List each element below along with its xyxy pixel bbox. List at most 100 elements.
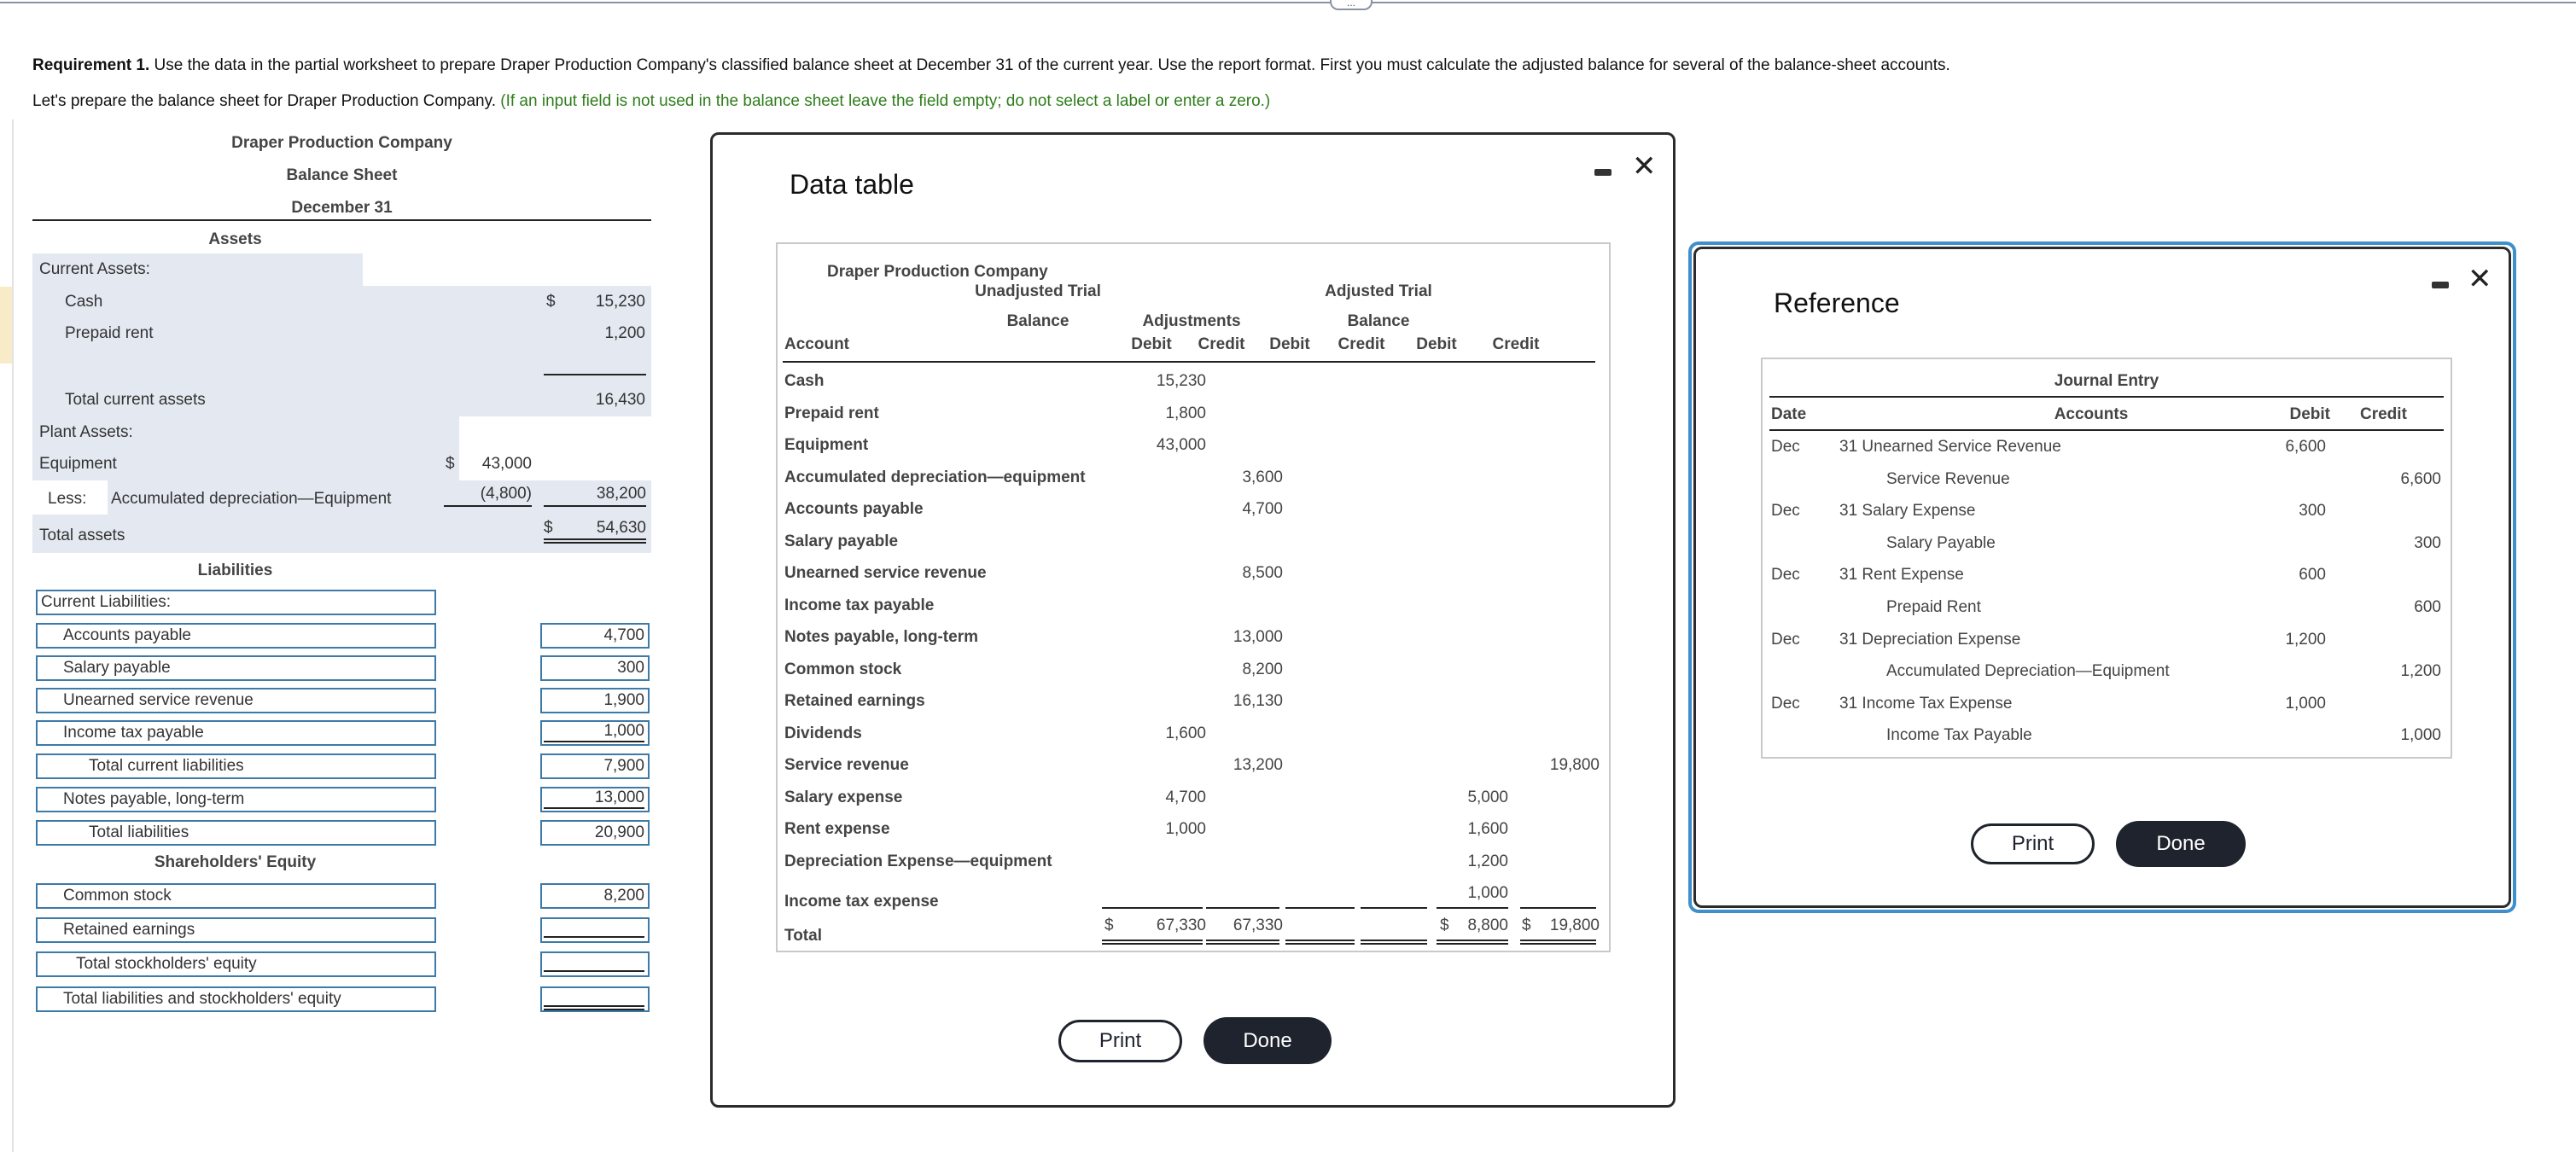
- journal-date: Dec: [1771, 566, 1800, 585]
- liability-amount-input[interactable]: 1,900: [540, 688, 650, 713]
- liability-label-input[interactable]: Notes payable, long-term: [36, 787, 436, 812]
- current-assets-label: Current Assets:: [39, 260, 150, 278]
- journal-account: 31 Income Tax Expense: [1839, 694, 2013, 713]
- liability-label-input[interactable]: Salary payable: [36, 655, 436, 681]
- liability-amount-input[interactable]: 4,700: [540, 623, 650, 649]
- column-header-credit: Credit: [1492, 335, 1540, 353]
- bs-title: Balance Sheet: [286, 166, 398, 184]
- journal-header-debit: Debit: [2289, 405, 2331, 423]
- journal-account: 31 Rent Expense: [1839, 566, 1964, 585]
- equity-amount-value: 8,200: [603, 887, 644, 905]
- worksheet-company: Draper Production Company: [827, 263, 1048, 281]
- journal-frame: Journal Entry Date Accounts Debit Credit…: [1761, 358, 2452, 759]
- requirement-body: Use the data in the partial worksheet to…: [149, 56, 1950, 74]
- instruction-note: (If an input field is not used in the ba…: [500, 92, 1271, 110]
- worksheet-account: Retained earnings: [784, 692, 925, 710]
- column-header-debit: Debit: [1269, 335, 1310, 353]
- equipment-value: 43,000: [481, 455, 532, 473]
- equity-label-input[interactable]: Total stockholders' equity: [36, 951, 436, 977]
- group-header-line: Adjustments: [1142, 312, 1241, 330]
- total-single-rule: [1102, 907, 1203, 909]
- reference-print-button[interactable]: Print: [1971, 823, 2095, 864]
- worksheet-utb-debit-value: 15,230: [1156, 372, 1206, 390]
- equity-amount-value: [544, 953, 644, 972]
- worksheet-utb-debit-value: 1,800: [1165, 404, 1206, 422]
- liability-label-input[interactable]: Unearned service revenue: [36, 688, 436, 713]
- close-icon[interactable]: ✕: [1632, 152, 1657, 181]
- data-table-print-button[interactable]: Print: [1058, 1020, 1182, 1062]
- journal-debit: 300: [2299, 502, 2326, 521]
- side-marker: [0, 287, 12, 364]
- worksheet-account: Depreciation Expense—equipment: [784, 852, 1052, 870]
- column-header-debit: Debit: [1416, 335, 1457, 353]
- bs-company-name: Draper Production Company: [231, 134, 452, 152]
- reference-close-icon[interactable]: ✕: [2468, 265, 2492, 294]
- liability-amount-value: 1,900: [603, 691, 644, 709]
- data-table-title: Data table: [790, 169, 914, 200]
- worksheet-utb-debit-value: 4,700: [1165, 788, 1206, 806]
- worksheet-account: Common stock: [784, 660, 902, 678]
- minimize-icon[interactable]: [1594, 169, 1611, 176]
- journal-account: Service Revenue: [1886, 469, 2010, 488]
- journal-title: Journal Entry: [2054, 372, 2159, 390]
- journal-title-rule: [1769, 396, 2444, 398]
- total-current-assets-label: Total current assets: [65, 391, 206, 409]
- equity-label-input[interactable]: Common stock: [36, 883, 436, 909]
- instruction-text: Let's prepare the balance sheet for Drap…: [32, 92, 1270, 111]
- total-single-rule: [1437, 907, 1508, 909]
- equity-label-input[interactable]: Retained earnings: [36, 917, 436, 943]
- worksheet-account: Salary payable: [784, 532, 899, 550]
- worksheet-utb-credit-value: 13,000: [1233, 628, 1283, 646]
- worksheet-atb-debit-value: 1,600: [1467, 820, 1508, 838]
- worksheet-account: Income tax expense: [784, 893, 939, 911]
- liability-label-input[interactable]: Accounts payable: [36, 623, 436, 649]
- cash-dollar-sign: $: [546, 293, 556, 311]
- equipment-dollar-sign: $: [446, 455, 455, 473]
- worksheet-utb-debit-value: 1,600: [1165, 724, 1206, 742]
- equity-amount-input[interactable]: [540, 917, 650, 943]
- liability-amount-input[interactable]: 7,900: [540, 753, 650, 779]
- prepaid-rent-label: Prepaid rent: [65, 324, 154, 342]
- journal-debit: 1,000: [2285, 694, 2326, 713]
- total-single-rule: [1206, 907, 1279, 909]
- journal-header-accounts: Accounts: [2054, 405, 2129, 423]
- accum-dep-value: (4,800): [444, 485, 532, 507]
- liability-label-input[interactable]: Total liabilities: [36, 820, 436, 846]
- liability-amount-input[interactable]: 1,000: [540, 720, 650, 746]
- column-header-debit: Debit: [1131, 335, 1172, 353]
- equity-amount-input[interactable]: [540, 951, 650, 977]
- total-assets-label: Total assets: [39, 527, 125, 544]
- equity-label-input[interactable]: Total liabilities and stockholders' equi…: [36, 986, 436, 1012]
- subtotal-rule: [544, 374, 646, 375]
- reference-minimize-icon[interactable]: [2432, 282, 2449, 288]
- total-assets-dollar-sign: $: [544, 519, 553, 537]
- bs-header-rule: [32, 219, 651, 221]
- worksheet-utb-credit-value: 8,200: [1242, 660, 1283, 678]
- expand-handle[interactable]: ...: [1330, 0, 1373, 10]
- liability-amount-input[interactable]: 20,900: [540, 820, 650, 846]
- requirement-text: Requirement 1. Use the data in the parti…: [32, 56, 1950, 75]
- data-table-done-button[interactable]: Done: [1203, 1017, 1332, 1064]
- header-rule: [783, 361, 1595, 363]
- liability-label-input[interactable]: Total current liabilities: [36, 753, 436, 779]
- current-liabilities-label-input[interactable]: Current Liabilities:: [36, 590, 436, 615]
- journal-header-credit: Credit: [2360, 405, 2407, 423]
- reference-modal-focus-ring: Reference ✕ Journal Entry Date Accounts …: [1688, 241, 2516, 913]
- column-header-credit: Credit: [1198, 335, 1245, 353]
- less-label: Less:: [48, 490, 87, 508]
- equity-amount-value: [544, 988, 644, 1010]
- liability-label-input[interactable]: Income tax payable: [36, 720, 436, 746]
- liability-amount-input[interactable]: 13,000: [540, 787, 650, 812]
- journal-debit: 600: [2299, 566, 2326, 585]
- journal-date: Dec: [1771, 630, 1800, 649]
- reference-title: Reference: [1774, 288, 1900, 318]
- equity-amount-input[interactable]: 8,200: [540, 883, 650, 909]
- liability-amount-input[interactable]: 300: [540, 655, 650, 681]
- top-divider: [0, 2, 2576, 3]
- equity-amount-input[interactable]: [540, 986, 650, 1012]
- worksheet-atb-debit-value: 5,000: [1467, 788, 1508, 806]
- worksheet-atb-debit-value: 1,200: [1467, 852, 1508, 870]
- cash-value: 15,230: [595, 293, 645, 311]
- assets-heading: Assets: [208, 230, 262, 248]
- reference-done-button[interactable]: Done: [2116, 821, 2246, 867]
